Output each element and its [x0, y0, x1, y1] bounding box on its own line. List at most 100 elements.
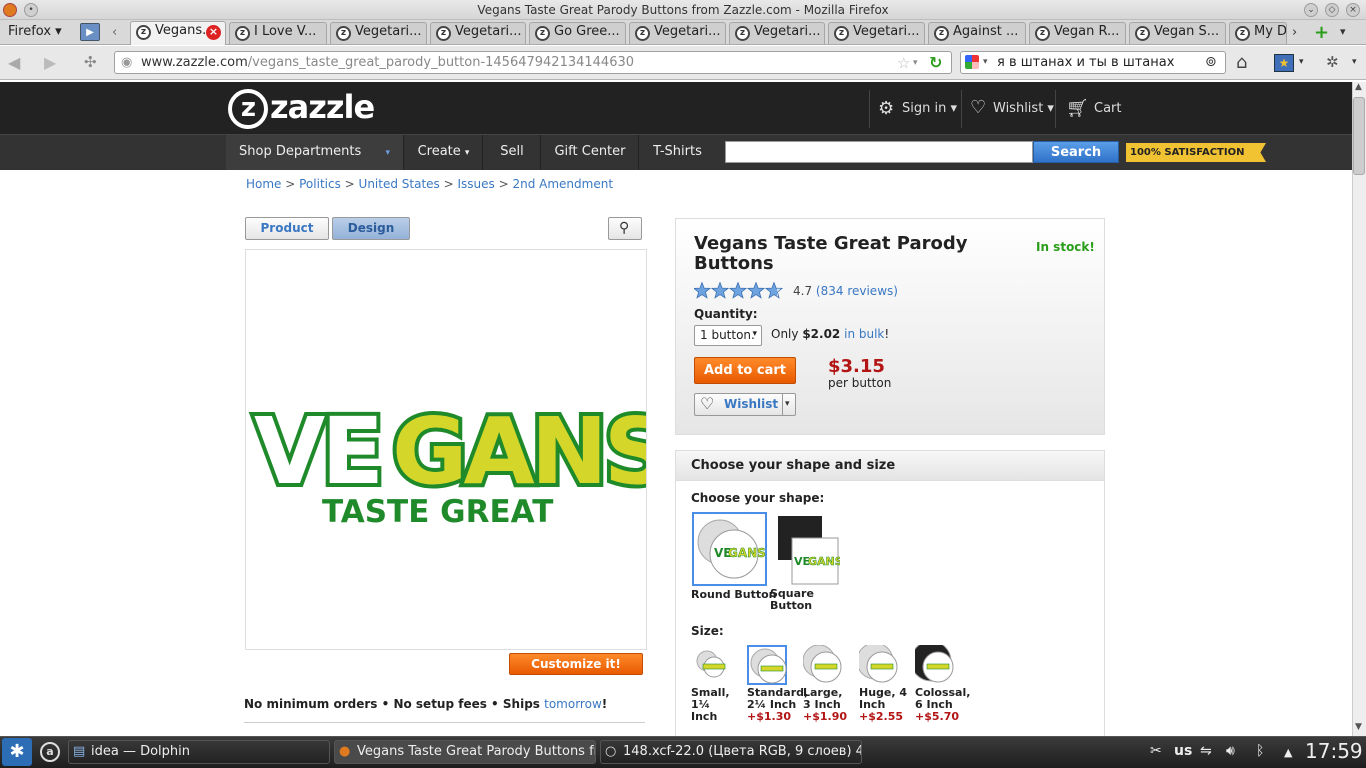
bookmark-star-icon[interactable]: ☆	[897, 54, 910, 72]
task-gimp[interactable]: ○ 148.xcf-22.0 (Цвета RGB, 9 слоев) 40	[600, 740, 862, 764]
browser-tab[interactable]: z I Love V...	[229, 22, 327, 44]
addon-icon[interactable]: ✲	[1326, 53, 1339, 71]
activities-icon[interactable]: a	[40, 742, 60, 762]
scroll-down-icon[interactable]: ▼	[1355, 722, 1362, 732]
clock[interactable]: 17:59	[1305, 739, 1363, 763]
task-dolphin[interactable]: ▤ idea — Dolphin	[68, 740, 330, 764]
browser-tab[interactable]: z Against ...	[928, 22, 1026, 44]
wishlist-button[interactable]: ♡ Wishlist ▾	[694, 393, 796, 416]
shape-option-square[interactable]: VE GANS	[776, 514, 843, 586]
zazzle-logo[interactable]: z zazzle	[228, 88, 375, 129]
customize-button[interactable]: Customize it!	[509, 653, 643, 675]
chevron-down-icon[interactable]: ▾	[785, 394, 790, 415]
size-price-add: +$2.55	[859, 710, 904, 723]
browser-tab[interactable]: z My D	[1229, 22, 1287, 44]
close-window-button[interactable]: ×	[1346, 3, 1360, 17]
bookmarks-dropdown-icon[interactable]: ▾	[1299, 57, 1304, 67]
search-engine-icon[interactable]	[965, 55, 979, 69]
size-option[interactable]	[802, 644, 843, 685]
sign-in-link[interactable]: Sign in ▾	[902, 101, 957, 116]
reload-icon[interactable]: ↻	[929, 53, 942, 72]
task-firefox[interactable]: ● Vegans Taste Great Parody Buttons fro	[334, 740, 596, 764]
scissors-icon[interactable]: ✂	[1150, 743, 1162, 759]
wishlist-link[interactable]: Wishlist ▾	[993, 101, 1054, 116]
design-view-tab[interactable]: Design	[332, 217, 410, 240]
browser-tab[interactable]: z Vegan S...	[1129, 22, 1226, 44]
nav-gift-center[interactable]: Gift Center	[542, 135, 639, 170]
start-menu-icon[interactable]: ✱	[2, 738, 32, 766]
product-image[interactable]: VE GANS TASTE GREAT	[245, 249, 674, 650]
gear-icon[interactable]: ⚙	[878, 98, 894, 119]
browser-tab[interactable]: z Vegetari...	[430, 22, 526, 44]
breadcrumb-issues[interactable]: Issues	[457, 177, 494, 191]
browser-tab[interactable]: z Vegan R...	[1029, 22, 1126, 44]
nav-tshirts[interactable]: T-Shirts	[640, 135, 715, 170]
bookmarks-icon[interactable]: ★	[1274, 54, 1294, 72]
breadcrumb-2nd-amendment[interactable]: 2nd Amendment	[512, 177, 613, 191]
tomorrow-link[interactable]: tomorrow	[544, 697, 602, 711]
add-to-cart-button[interactable]: Add to cart	[694, 357, 796, 384]
page-scrollbar[interactable]: ▲ ▼	[1352, 82, 1366, 736]
scroll-up-icon[interactable]: ▲	[1355, 82, 1362, 92]
bulk-link[interactable]: in bulk	[844, 327, 884, 341]
browser-search-box[interactable]: ▾ я в штанах и ты в штанах ⊚	[960, 51, 1226, 74]
maximize-button[interactable]: ◇	[1325, 3, 1339, 17]
history-icon[interactable]: ✣	[84, 53, 97, 71]
site-search-input[interactable]	[725, 141, 1033, 163]
bluetooth-icon[interactable]: ᛒ	[1256, 743, 1264, 759]
design-text-ve: VE	[254, 398, 380, 505]
search-engine-dropdown-icon[interactable]: ▾	[983, 57, 988, 67]
volume-icon[interactable]: 🔊︎	[1226, 743, 1235, 759]
heart-icon[interactable]: ♡	[970, 97, 986, 118]
shape-option-round[interactable]: VE GANS	[692, 512, 767, 586]
keyboard-layout[interactable]: us	[1174, 743, 1192, 759]
browser-tab[interactable]: z Go Gree...	[529, 22, 626, 44]
satisfaction-badge[interactable]: 100% SATISFACTION GUARANTEED	[1126, 143, 1266, 162]
scrollbar-thumb[interactable]	[1353, 97, 1365, 175]
home-icon[interactable]: ⌂	[1236, 52, 1247, 73]
zoom-button[interactable]: ⚲	[608, 217, 642, 240]
rating-stars[interactable]	[692, 281, 784, 304]
breadcrumb-politics[interactable]: Politics	[299, 177, 341, 191]
new-tab-icon[interactable]: +	[1314, 22, 1329, 43]
close-tab-icon[interactable]: ×	[206, 25, 221, 40]
product-title: Vegans Taste Great Parody Buttons	[694, 233, 968, 274]
size-option[interactable]	[910, 640, 955, 685]
product-view-tab[interactable]: Product	[245, 217, 329, 240]
nav-shop-departments[interactable]: Shop Departments ▾	[226, 135, 404, 170]
breadcrumb-united-states[interactable]: United States	[359, 177, 440, 191]
binoculars-icon[interactable]: ⊚	[1205, 54, 1217, 70]
browser-tab[interactable]: z Vegetari...	[629, 22, 726, 44]
site-search-button[interactable]: Search	[1033, 141, 1119, 163]
url-bar[interactable]: ◉ www.zazzle.com/vegans_taste_great_paro…	[114, 51, 952, 74]
browser-tab[interactable]: z Vegetari...	[729, 22, 825, 44]
size-option[interactable]	[691, 645, 731, 685]
browser-tab[interactable]: z Vegetari...	[828, 22, 925, 44]
size-option[interactable]	[856, 642, 899, 685]
cart-link[interactable]: Cart	[1094, 101, 1122, 116]
search-value[interactable]: я в штанах и ты в штанах	[997, 55, 1174, 70]
cart-icon[interactable]: 🛒︎	[1066, 98, 1089, 119]
browser-tab[interactable]: z Vegetari...	[330, 22, 427, 44]
site-identity-icon[interactable]: ◉	[121, 55, 132, 70]
network-icon[interactable]: ⇋	[1200, 743, 1212, 759]
nav-create[interactable]: Create ▾	[405, 135, 483, 170]
url-text[interactable]: www.zazzle.com/vegans_taste_great_parody…	[141, 55, 634, 70]
addon-dropdown-icon[interactable]: ▾	[1352, 57, 1357, 67]
tabs-scroll-left-icon[interactable]: ‹	[112, 25, 117, 40]
tray-expand-icon[interactable]: ▲	[1284, 746, 1292, 759]
forward-icon[interactable]: ▶	[44, 53, 56, 72]
size-option[interactable]	[747, 645, 787, 685]
breadcrumb-home[interactable]: Home	[246, 177, 281, 191]
firefox-menu-button[interactable]: Firefox ▾	[8, 24, 62, 39]
quantity-select[interactable]: 1 button. ▾	[694, 325, 762, 346]
back-icon[interactable]: ◀	[8, 53, 20, 72]
minimize-button[interactable]: ⌄	[1304, 3, 1318, 17]
nav-sell[interactable]: Sell	[484, 135, 541, 170]
tab-groups-icon[interactable]: ▶	[80, 23, 100, 41]
reviews-link[interactable]: (834 reviews)	[816, 284, 898, 298]
browser-tab[interactable]: z Vegans... ×	[130, 21, 226, 45]
url-dropdown-icon[interactable]: ▾	[913, 58, 918, 68]
tabs-list-icon[interactable]: ▾	[1340, 25, 1346, 38]
tabs-scroll-right-icon[interactable]: ›	[1292, 25, 1297, 40]
